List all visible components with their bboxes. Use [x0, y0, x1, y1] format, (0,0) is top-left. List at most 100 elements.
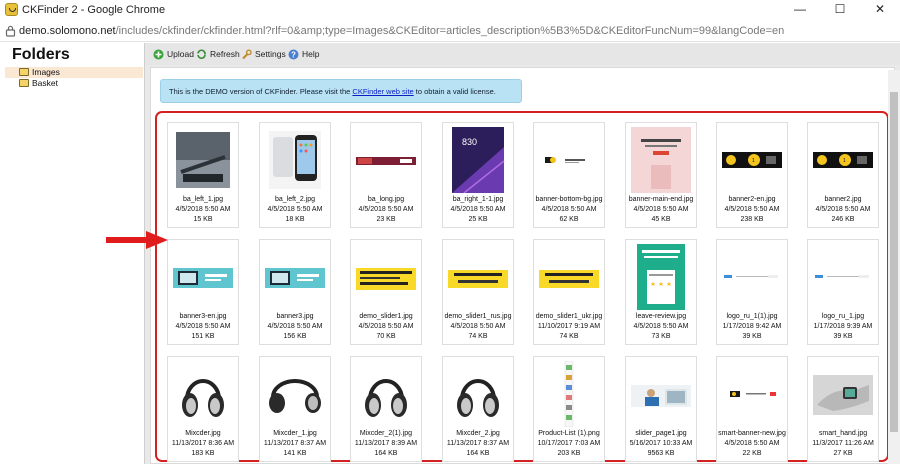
file-tile[interactable]: banner3-en.jpg 4/5/2018 5:50 AM 151 KB	[167, 239, 239, 345]
folder-icon	[19, 68, 29, 76]
file-thumbnail: 1	[722, 127, 782, 193]
refresh-button[interactable]: Refresh	[196, 47, 240, 61]
demo-notice: This is the DEMO version of CKFinder. Pl…	[160, 79, 522, 103]
file-name: slider_page1.jpg	[635, 430, 687, 437]
file-size: 164 KB	[374, 450, 398, 457]
file-name: Mixcder_2.jpg	[456, 430, 500, 437]
file-name: smart-banner-new.jpg	[718, 430, 786, 437]
folder-item-basket[interactable]: Basket	[5, 78, 143, 89]
file-date: 4/5/2018 5:50 AM	[450, 206, 506, 213]
file-date: 11/3/2017 11:26 AM	[812, 440, 874, 447]
folders-panel: Folders Images Basket	[0, 43, 145, 464]
file-thumbnail	[173, 127, 233, 193]
file-date: 1/17/2018 9:39 AM	[813, 323, 873, 330]
help-button[interactable]: ? Help	[288, 47, 319, 61]
file-thumbnail	[265, 361, 325, 427]
window-title: CKFinder 2 - Google Chrome	[22, 4, 166, 16]
file-tile[interactable]: demo_slider1.jpg 4/5/2018 5:50 AM 70 KB	[350, 239, 422, 345]
file-thumbnail	[265, 244, 325, 310]
file-thumbnail	[813, 244, 873, 310]
file-tile[interactable]: logo_ru_1.jpg 1/17/2018 9:39 AM 39 KB	[807, 239, 879, 345]
close-button[interactable]: ✕	[860, 0, 900, 20]
toolbar: Upload Refresh Settings ? Help	[145, 43, 900, 65]
file-thumbnail	[539, 361, 599, 427]
url-text[interactable]: demo.solomono.net/includes/ckfinder/ckfi…	[19, 25, 784, 37]
svg-text:1: 1	[843, 158, 846, 164]
maximize-button[interactable]: ☐	[820, 0, 860, 20]
file-size: 39 KB	[833, 333, 853, 340]
svg-text:830: 830	[462, 137, 477, 147]
app-icon	[5, 3, 18, 16]
file-name: banner2-en.jpg	[728, 196, 776, 203]
file-tile[interactable]: 830 ba_right_1-1.jpg 4/5/2018 5:50 AM 25 KB	[442, 122, 514, 228]
file-size: 246 KB	[831, 216, 855, 223]
file-name: ba_long.jpg	[367, 196, 405, 203]
file-tile[interactable]: banner3.jpg 4/5/2018 5:50 AM 156 KB	[259, 239, 331, 345]
address-bar[interactable]: demo.solomono.net/includes/ckfinder/ckfi…	[0, 20, 900, 42]
file-thumbnail	[173, 361, 233, 427]
svg-text:?: ?	[291, 50, 296, 59]
file-date: 11/13/2017 8:37 AM	[446, 440, 510, 447]
upload-label: Upload	[167, 49, 194, 59]
ckfinder-website-link[interactable]: CKFinder web site	[352, 87, 413, 96]
file-tile[interactable]: banner-bottom-bg.jpg 4/5/2018 5:50 AM 62 K…	[533, 122, 605, 228]
file-date: 5/16/2017 10:33 AM	[629, 440, 693, 447]
folder-item-images[interactable]: Images	[5, 67, 143, 78]
file-name: logo_ru_1.jpg	[821, 313, 865, 320]
file-thumbnail	[173, 244, 233, 310]
file-date: 4/5/2018 5:50 AM	[267, 323, 323, 330]
file-thumbnail	[265, 127, 325, 193]
file-date: 11/10/2017 9:19 AM	[537, 323, 601, 330]
file-name: demo_slider1.jpg	[359, 313, 413, 320]
file-tile[interactable]: demo_slider1_rus.jpg 4/5/2018 5:50 AM 74 K…	[442, 239, 514, 345]
settings-button[interactable]: Settings	[241, 47, 286, 61]
upload-button[interactable]: Upload	[153, 47, 194, 61]
file-date: 4/5/2018 5:50 AM	[267, 206, 323, 213]
folder-icon	[19, 79, 29, 87]
file-size: 27 KB	[833, 450, 853, 457]
file-tile[interactable]: ba_left_2.jpg 4/5/2018 5:50 AM 18 KB	[259, 122, 331, 228]
file-tile[interactable]: Mixcder.jpg 11/13/2017 8:36 AM 183 KB	[167, 356, 239, 462]
file-size: 151 KB	[191, 333, 215, 340]
file-size: 74 KB	[559, 333, 579, 340]
file-tile[interactable]: slider_page1.jpg 5/16/2017 10:33 AM 9563 K…	[625, 356, 697, 462]
file-size: 74 KB	[468, 333, 488, 340]
file-name: banner3.jpg	[276, 313, 314, 320]
file-tile[interactable]: smart-banner-new.jpg 4/5/2018 5:50 AM 22 K…	[716, 356, 788, 462]
file-name: demo_slider1_rus.jpg	[444, 313, 512, 320]
file-tile[interactable]: Mixcder_2.jpg 11/13/2017 8:37 AM 164 KB	[442, 356, 514, 462]
file-tile[interactable]: ba_long.jpg 4/5/2018 5:50 AM 23 KB	[350, 122, 422, 228]
file-thumbnail	[448, 361, 508, 427]
scrollbar-thumb[interactable]	[890, 92, 898, 432]
file-tile[interactable]: ba_left_1.jpg 4/5/2018 5:50 AM 15 KB	[167, 122, 239, 228]
file-size: 15 KB	[193, 216, 213, 223]
file-tile[interactable]: Mixcder_1.jpg 11/13/2017 8:37 AM 141 KB	[259, 356, 331, 462]
file-date: 1/17/2018 9:42 AM	[722, 323, 782, 330]
files-view: This is the DEMO version of CKFinder. Pl…	[150, 67, 895, 464]
file-thumbnail	[631, 127, 691, 193]
file-thumbnail	[631, 361, 691, 427]
file-date: 4/5/2018 5:50 AM	[815, 206, 871, 213]
file-tile[interactable]: smart_hand.jpg 11/3/2017 11:26 AM 27 KB	[807, 356, 879, 462]
file-thumbnail	[539, 244, 599, 310]
file-name: logo_ru_1(1).jpg	[726, 313, 778, 320]
file-tile[interactable]: 1 banner2.jpg 4/5/2018 5:50 AM 246 KB	[807, 122, 879, 228]
file-name: banner3-en.jpg	[179, 313, 227, 320]
file-tile[interactable]: logo_ru_1(1).jpg 1/17/2018 9:42 AM 39 KB	[716, 239, 788, 345]
file-name: ba_left_2.jpg	[274, 196, 316, 203]
svg-text:1: 1	[752, 158, 755, 164]
file-tile[interactable]: demo_slider1_ukr.jpg 11/10/2017 9:19 AM 74…	[533, 239, 605, 345]
help-icon: ?	[288, 49, 299, 59]
file-name: Mixcder.jpg	[185, 430, 221, 437]
file-date: 4/5/2018 5:50 AM	[633, 206, 689, 213]
file-tile[interactable]: banner-main-end.jpg 4/5/2018 5:50 AM 45 KB	[625, 122, 697, 228]
file-size: 164 KB	[466, 450, 490, 457]
file-tile[interactable]: Mixcder_2(1).jpg 11/13/2017 8:39 AM 164 KB	[350, 356, 422, 462]
minimize-button[interactable]: —	[780, 0, 820, 20]
file-size: 62 KB	[559, 216, 579, 223]
file-tile[interactable]: leave-review.jpg 4/5/2018 5:50 AM 73 KB	[625, 239, 697, 345]
file-name: Product-List (1).png	[538, 430, 600, 437]
file-tile[interactable]: 1 banner2-en.jpg 4/5/2018 5:50 AM 238 KB	[716, 122, 788, 228]
file-tile[interactable]: Product-List (1).png 10/17/2017 7:03 AM 20…	[533, 356, 605, 462]
file-date: 4/5/2018 5:50 AM	[541, 206, 597, 213]
